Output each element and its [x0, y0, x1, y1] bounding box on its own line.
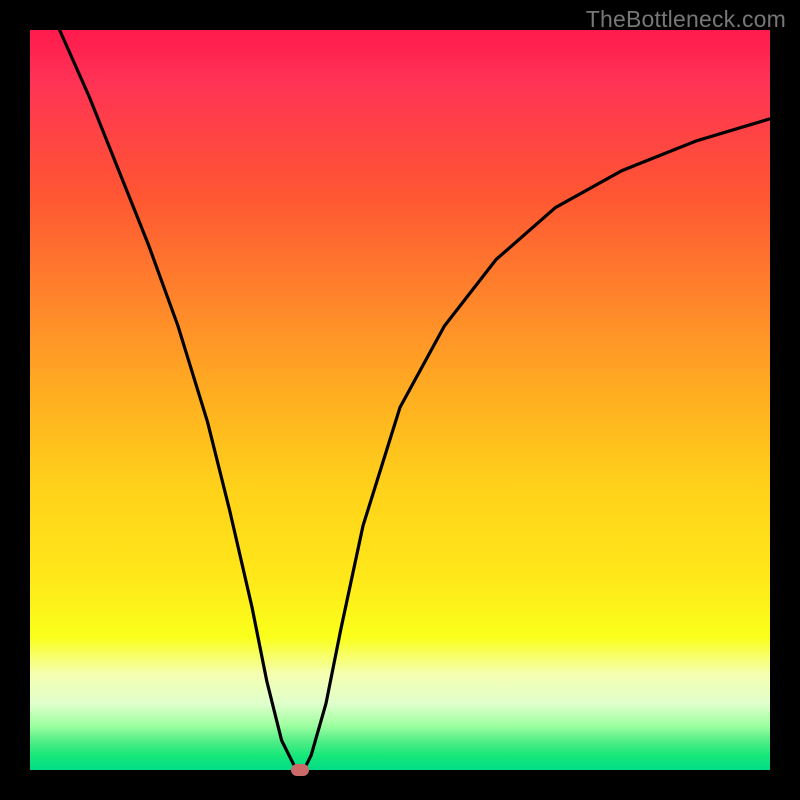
watermark-text: TheBottleneck.com — [586, 6, 786, 33]
plot-area — [30, 30, 770, 770]
line-curve — [30, 30, 770, 770]
chart-container: TheBottleneck.com — [0, 0, 800, 800]
minimum-marker — [291, 764, 309, 776]
